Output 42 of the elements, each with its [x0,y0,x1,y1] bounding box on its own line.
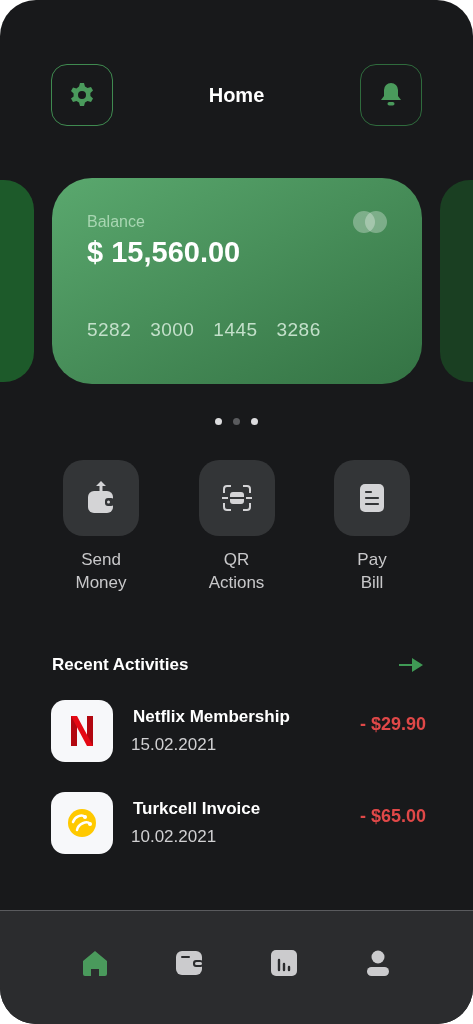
card-number-group: 5282 [87,316,132,345]
card-number-group: 3000 [150,316,195,345]
activity-name: Turkcell Invoice [132,798,262,820]
card-number-group: 1445 [213,316,258,345]
nav-tab[interactable] [269,949,298,977]
section-title: Recent Activities [52,654,189,676]
balance-amount: $ 15,560.00 [87,235,242,270]
activity-amount: - $65.00 [359,805,426,828]
activity-date: 10.02.2021 [131,825,218,848]
nav-tab[interactable] [175,949,204,977]
swirl-logo-icon [67,807,97,838]
action-label: Pay Bill [357,549,387,594]
ribbon-logo-icon [71,715,93,746]
settings-button[interactable] [51,64,113,126]
balance-label: Balance [87,212,145,232]
scan-icon [221,485,252,511]
wallet-upload-icon [87,481,115,515]
action-button[interactable]: Send Money [63,460,139,594]
document-icon [360,484,384,512]
activity-date: 15.02.2021 [131,733,218,756]
card-brand-icon [353,211,387,233]
wallet-icon [176,951,203,975]
bar-chart-icon [270,950,297,976]
activity-amount: - $29.90 [359,713,426,736]
notifications-button[interactable] [360,64,422,126]
action-button[interactable]: QR Actions [198,460,275,594]
activity-row[interactable]: Turkcell Invoice 10.02.2021 - $65.00 [51,791,426,854]
arrow-right-icon[interactable] [399,657,423,672]
action-button[interactable]: Pay Bill [334,460,410,594]
action-label: Send Money [75,549,127,594]
activity-row[interactable]: Netflix Membership 15.02.2021 - $29.90 [51,699,426,762]
home-icon [82,950,108,976]
card-number-group: 3286 [276,316,321,345]
balance-card[interactable]: Balance $ 15,560.00 5282 3000 1445 3286 [52,178,422,384]
settings-icon [70,83,94,107]
nav-tab[interactable] [81,949,109,977]
bell-icon [381,83,401,107]
page-title: Home [208,83,265,108]
activity-name: Netflix Membership [132,706,291,728]
nav-tab[interactable] [364,949,392,977]
action-label: QR Actions [208,549,265,594]
user-icon [367,950,389,976]
